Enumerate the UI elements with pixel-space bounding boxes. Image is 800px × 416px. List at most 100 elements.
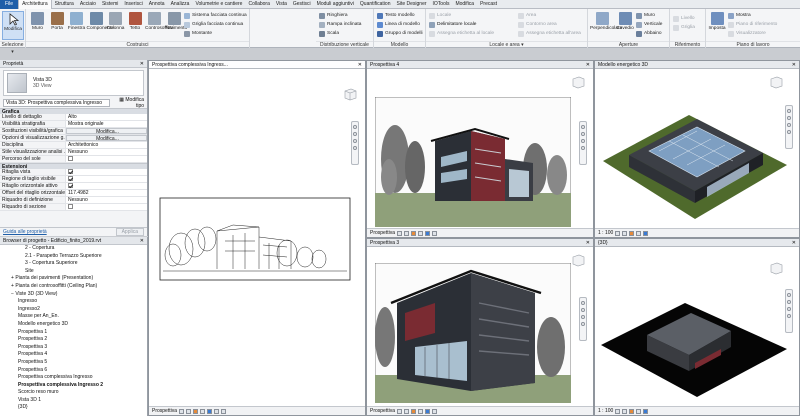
window-button[interactable]: Finestra — [67, 11, 86, 40]
crop-view-icon[interactable] — [432, 230, 438, 236]
steering-wheel-icon[interactable] — [353, 125, 357, 129]
group-label-selection[interactable]: Selezione ▾ — [0, 41, 25, 55]
browser-item[interactable]: + Pianta dei controsoffitti (Ceiling Pla… — [0, 283, 147, 291]
hide-isolate-icon[interactable] — [221, 408, 227, 414]
checkbox[interactable] — [68, 169, 73, 175]
shadows-icon[interactable] — [636, 408, 642, 414]
browser-item[interactable]: {3D} — [0, 404, 147, 412]
browser-item[interactable]: Ingresso2 — [0, 306, 147, 314]
zoom-icon[interactable] — [581, 132, 585, 136]
browser-item[interactable]: Prospettiva 4 — [0, 351, 147, 359]
checkbox[interactable] — [68, 204, 73, 210]
area-tag-button[interactable]: Assegna etichetta all'area — [518, 29, 581, 38]
checkbox[interactable] — [68, 183, 73, 189]
shadows-icon[interactable] — [636, 230, 642, 236]
sun-path-icon[interactable] — [193, 408, 199, 414]
view-tab[interactable]: Modello energetico 3D ✕ — [595, 61, 799, 69]
property-value[interactable]: Architettonico — [66, 142, 147, 148]
room-tag-button[interactable]: Assegna etichetta al locale — [429, 29, 494, 38]
browser-item[interactable]: Prospettiva 1 — [0, 329, 147, 337]
visual-style-icon[interactable] — [186, 408, 192, 414]
close-icon[interactable]: ✕ — [140, 237, 144, 245]
shadows-icon[interactable] — [418, 408, 424, 414]
render-icon[interactable] — [425, 230, 431, 236]
browser-item[interactable]: Site — [0, 268, 147, 276]
apply-button[interactable]: Applica — [115, 228, 144, 236]
property-edit-button[interactable]: Modifica... — [66, 135, 147, 141]
curtain-system-button[interactable]: Sistema facciata continua — [184, 11, 250, 20]
close-icon[interactable]: ✕ — [140, 60, 144, 68]
pan-icon[interactable] — [581, 322, 585, 326]
shadows-icon[interactable] — [200, 408, 206, 414]
visual-style-icon[interactable] — [404, 230, 410, 236]
visual-style-icon[interactable] — [404, 408, 410, 414]
property-value[interactable]: Nessuno — [66, 149, 147, 155]
orbit-icon[interactable] — [353, 139, 357, 143]
checkbox[interactable] — [68, 176, 73, 182]
curtain-grid-button[interactable]: Griglia facciata continua — [184, 20, 250, 29]
browser-item[interactable]: Prospettiva complessiva Ingresso 2 — [0, 382, 147, 390]
close-view-icon[interactable]: ✕ — [792, 240, 796, 246]
property-value[interactable]: 117.4982 — [66, 190, 147, 196]
type-selector[interactable]: Vista 3D 3D View — [3, 70, 144, 96]
tab-site-designer[interactable]: Site Designer — [394, 0, 430, 9]
view-perspective-entrance[interactable]: Prospettiva complessiva Ingress... ✕ Pros… — [148, 60, 366, 416]
sun-path-icon[interactable] — [629, 408, 635, 414]
property-value[interactable]: Alto — [66, 114, 147, 120]
door-button[interactable]: Porta — [48, 11, 67, 40]
browser-item[interactable]: Modello energetico 3D — [0, 321, 147, 329]
viewcube-icon[interactable] — [767, 261, 785, 275]
property-value[interactable] — [66, 169, 147, 175]
orbit-icon[interactable] — [581, 315, 585, 319]
grid-button[interactable]: Griglia — [673, 23, 695, 32]
by-face-button[interactable]: Perpendicolare — [590, 11, 622, 40]
instance-filter-dropdown[interactable]: Vista 3D: Prospettiva complessiva Ingres… — [3, 98, 110, 107]
browser-item[interactable]: Prospettiva 2 — [0, 336, 147, 344]
pan-icon[interactable] — [353, 146, 357, 150]
zoom-icon[interactable] — [581, 308, 585, 312]
view-tab[interactable]: Prospettiva 4 ✕ — [367, 61, 593, 69]
model-text-button[interactable]: Testo modello — [377, 11, 423, 20]
browser-item[interactable]: Prospettiva 6 — [0, 367, 147, 375]
browser-item[interactable]: − Viste 3D (3D View) — [0, 291, 147, 299]
tab-acciaio[interactable]: Acciaio — [77, 0, 99, 9]
close-view-icon[interactable]: ✕ — [358, 62, 362, 68]
steering-wheel-icon[interactable] — [581, 125, 585, 129]
pan-icon[interactable] — [581, 146, 585, 150]
area-button[interactable]: Area — [518, 11, 581, 20]
detail-level-icon[interactable] — [397, 230, 403, 236]
viewcube-icon[interactable] — [569, 75, 587, 89]
edit-type-button[interactable]: ▦ Modifica tipo — [110, 97, 144, 109]
property-value[interactable] — [66, 156, 147, 162]
render-icon[interactable] — [643, 230, 649, 236]
room-button[interactable]: Locale — [429, 11, 494, 20]
detail-level-icon[interactable] — [179, 408, 185, 414]
tab-quantification[interactable]: Quantification — [357, 0, 394, 9]
render-icon[interactable] — [643, 408, 649, 414]
viewcube-icon[interactable] — [767, 75, 785, 89]
navigation-bar[interactable] — [579, 297, 587, 341]
browser-item[interactable]: 2.1 - Parapetto Terrazzo Superiore — [0, 253, 147, 261]
shaft-button[interactable]: Cavedio — [616, 11, 634, 40]
property-edit-button[interactable]: Modifica... — [66, 128, 147, 134]
tab-struttura[interactable]: Struttura — [52, 0, 77, 9]
tab-gestisci[interactable]: Gestisci — [290, 0, 314, 9]
model-group-button[interactable]: Gruppo di modelli — [377, 29, 423, 38]
level-button[interactable]: Livello — [673, 14, 695, 23]
detail-level-icon[interactable] — [615, 408, 621, 414]
sun-path-icon[interactable] — [411, 408, 417, 414]
tab-volumetrie-e-cantiere[interactable]: Volumetrie e cantiere — [192, 0, 245, 9]
browser-item[interactable]: + Pianta dei pavimenti (Presentation) — [0, 275, 147, 283]
steering-wheel-icon[interactable] — [581, 301, 585, 305]
browser-item[interactable]: Scorcio reso muro — [0, 389, 147, 397]
wall-button[interactable]: Muro — [28, 11, 47, 40]
ceiling-button[interactable]: Controsoffitto — [145, 11, 173, 40]
wall-opening-button[interactable]: Muro — [636, 11, 662, 20]
dormer-button[interactable]: Abbaino — [636, 29, 662, 38]
property-value[interactable] — [66, 183, 147, 189]
tab-moduli-aggiuntivi[interactable]: Moduli aggiuntivi — [314, 0, 357, 9]
tab-vista[interactable]: Vista — [273, 0, 290, 9]
tab-analizza[interactable]: Analizza — [168, 0, 193, 9]
sun-path-icon[interactable] — [411, 230, 417, 236]
group-label-room-area[interactable]: Locale e area ▾ — [426, 41, 587, 48]
